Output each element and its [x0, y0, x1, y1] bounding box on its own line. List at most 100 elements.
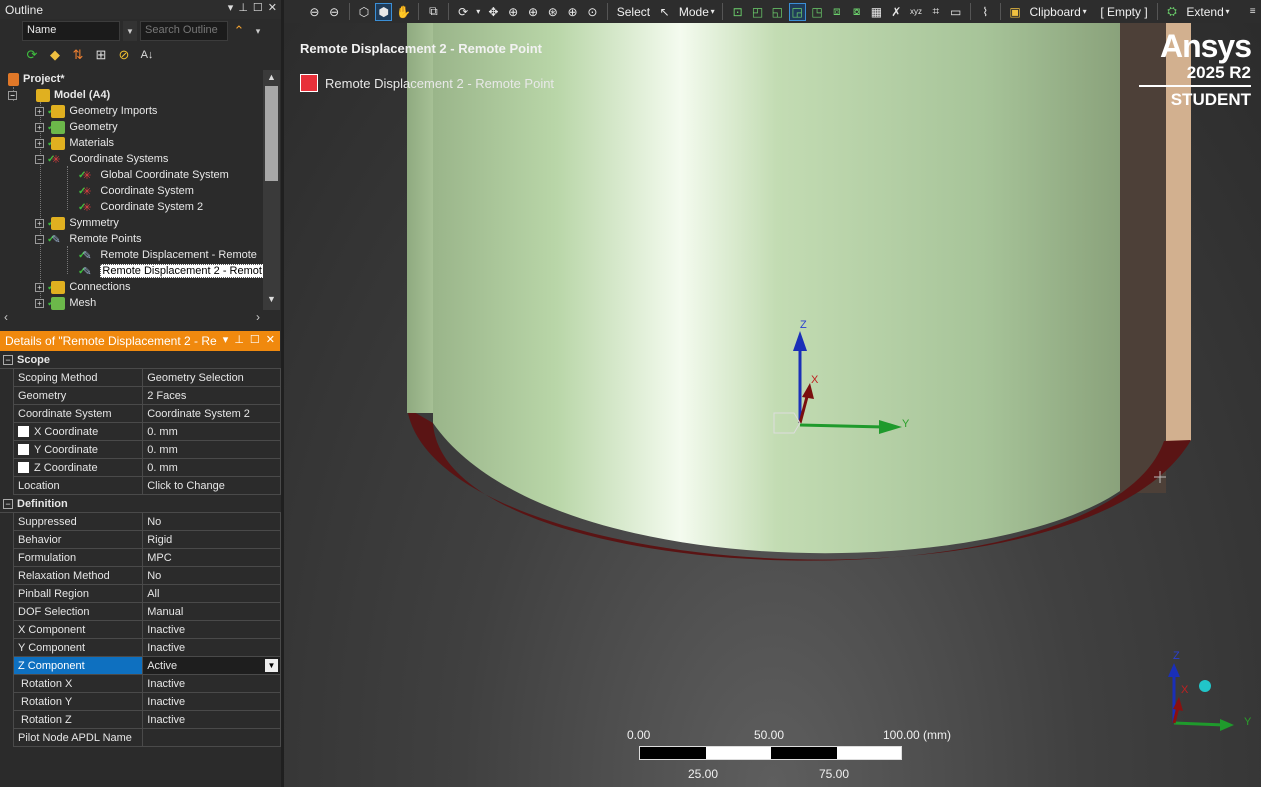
sort-az-icon[interactable]: A↓	[139, 47, 155, 63]
dropdown-icon[interactable]: ▾	[1081, 3, 1088, 21]
outline-vertical-scrollbar[interactable]: ▲ ▼	[263, 70, 280, 310]
section-scope[interactable]: − Scope	[0, 351, 281, 369]
tree-connections[interactable]: +✓ Connections	[35, 279, 131, 295]
tree-mesh[interactable]: +✓ Mesh	[35, 295, 96, 310]
pin-icon[interactable]: ⊥	[234, 333, 244, 346]
scroll-thumb[interactable]	[265, 86, 278, 181]
search-outline-input[interactable]: Search Outline	[140, 21, 228, 41]
checkbox[interactable]	[18, 426, 29, 437]
section-definition[interactable]: − Definition	[0, 495, 281, 513]
cross-icon[interactable]: ✗	[888, 3, 905, 21]
cursor-icon[interactable]: ↖	[656, 3, 673, 21]
zoom-box-icon[interactable]: ⊕	[525, 3, 542, 21]
prop-row[interactable]: Relaxation Method No	[0, 567, 281, 585]
prop-row[interactable]: Y Component Inactive	[0, 639, 281, 657]
scroll-up-icon[interactable]: ▲	[263, 72, 280, 86]
clipboard-icon[interactable]: ▣	[1007, 3, 1024, 21]
tree-project[interactable]: Project*	[8, 71, 65, 87]
prop-row-z-component[interactable]: Z Component Active ▼	[0, 657, 281, 675]
mode-dropdown[interactable]: Mode	[676, 5, 712, 19]
extend-icon[interactable]: ⛭	[1164, 3, 1181, 21]
clipboard-dropdown[interactable]: Clipboard	[1026, 5, 1083, 19]
cube-icon[interactable]: ⬡	[356, 3, 373, 21]
chevron-down-icon[interactable]: ▼	[265, 659, 278, 672]
prop-row[interactable]: Geometry 2 Faces	[0, 387, 281, 405]
pin-icon[interactable]: ⊥	[238, 1, 248, 14]
outline-horizontal-scrollbar[interactable]: ‹ ›	[0, 310, 280, 327]
prop-row[interactable]: Z Coordinate 0. mm	[0, 459, 281, 477]
rotate-icon[interactable]: ⟳	[455, 3, 472, 21]
graphics-viewport[interactable]: Z X Y Z X Y Remote Displacement 2 - Remo…	[284, 23, 1261, 787]
comment-icon[interactable]: ▭	[947, 3, 964, 21]
maximize-icon[interactable]: ☐	[253, 1, 263, 14]
prop-row[interactable]: Rotation Y Inactive	[0, 693, 281, 711]
expand-icon[interactable]: +	[35, 138, 44, 148]
dropdown-icon[interactable]: ▾	[228, 1, 234, 14]
eraser-icon[interactable]: ◆	[47, 47, 63, 63]
tree-remote-displacement-2[interactable]: ✓ ✎ Remote Displacement 2 - Remot	[78, 263, 263, 279]
zoom-in-icon[interactable]: ⊖	[326, 3, 343, 21]
select-vertex-icon[interactable]: ⊡	[729, 3, 746, 21]
prop-row[interactable]: X Coordinate 0. mm	[0, 423, 281, 441]
select-label[interactable]: Select	[614, 5, 653, 19]
tree-materials[interactable]: +✓ Materials	[35, 135, 114, 151]
select-body-icon[interactable]: ◳	[809, 3, 826, 21]
select-face-icon[interactable]: ◱	[769, 3, 786, 21]
scroll-right-icon[interactable]: ›	[256, 310, 260, 324]
maximize-icon[interactable]: ☐	[250, 333, 260, 346]
prop-row[interactable]: Behavior Rigid	[0, 531, 281, 549]
zoom-to-fit-icon[interactable]: ⊕	[564, 3, 581, 21]
chart-icon[interactable]: ⌇	[977, 3, 994, 21]
tree-geometry[interactable]: +✓ Geometry	[35, 119, 118, 135]
label-icon[interactable]: ⌗	[927, 3, 944, 21]
collapse-icon[interactable]: −	[3, 354, 13, 365]
select-node-icon[interactable]: ⧇	[848, 3, 865, 21]
extend-dropdown[interactable]: Extend	[1183, 5, 1226, 19]
dropdown-icon[interactable]: ▾	[475, 3, 482, 21]
pan-hand-icon[interactable]: ✋	[395, 3, 412, 21]
tree-model[interactable]: − Model (A4)	[8, 87, 110, 103]
chevron-down-icon[interactable]: ▼	[123, 21, 137, 41]
filter-icon[interactable]: ⊘	[116, 47, 132, 63]
zoom-icon[interactable]: ⊕	[505, 3, 522, 21]
prop-row[interactable]: Y Coordinate 0. mm	[0, 441, 281, 459]
tree-symmetry[interactable]: +✓ Symmetry	[35, 215, 119, 231]
refresh-icon[interactable]: ⟳	[24, 47, 40, 63]
dropdown-icon[interactable]: ▾	[709, 3, 716, 21]
prop-row[interactable]: Pilot Node APDL Name	[0, 729, 281, 747]
expand-icon[interactable]: +	[35, 282, 44, 292]
select-element-icon[interactable]: ⧈	[828, 3, 845, 21]
collapse-icon[interactable]: −	[8, 90, 17, 100]
name-filter-select[interactable]: Name	[22, 21, 120, 41]
prop-row[interactable]: Pinball Region All	[0, 585, 281, 603]
collapse-icon[interactable]: −	[35, 234, 44, 244]
box-select-icon[interactable]: ⧉	[425, 3, 442, 21]
expand-icon[interactable]: +	[35, 122, 44, 132]
expand-icon[interactable]: +	[35, 106, 44, 116]
tree-remote-points[interactable]: − ✓ ✎ Remote Points	[35, 231, 142, 247]
tree-global-coordinate-system[interactable]: ✓ ✳ Global Coordinate System	[78, 167, 229, 183]
collapse-icon[interactable]: −	[35, 154, 44, 164]
select-mesh-icon[interactable]: ▦	[868, 3, 885, 21]
pan-icon[interactable]: ✥	[485, 3, 502, 21]
checkbox[interactable]	[18, 444, 29, 455]
select-face-active-icon[interactable]: ◲	[788, 2, 806, 21]
dropdown-icon[interactable]: ▾	[1224, 3, 1231, 21]
coordinates-icon[interactable]: xyz	[908, 3, 925, 21]
checkbox[interactable]	[18, 462, 29, 473]
zoom-fit-icon[interactable]: ⊛	[544, 3, 561, 21]
cube-shaded-icon[interactable]: ⬢	[375, 2, 393, 21]
prop-row[interactable]: X Component Inactive	[0, 621, 281, 639]
model-render[interactable]: Z X Y Z X Y	[284, 23, 1261, 787]
dropdown-icon[interactable]: ▾	[250, 23, 266, 39]
collapse-up-icon[interactable]: ⌃	[231, 23, 247, 39]
tree-remote-displacement[interactable]: ✓ ✎ Remote Displacement - Remote	[78, 247, 257, 263]
dropdown-icon[interactable]: ▾	[223, 333, 229, 346]
tree-coordinate-system-2[interactable]: ✓ ✳ Coordinate System 2	[78, 199, 203, 215]
prop-row[interactable]: Location Click to Change	[0, 477, 281, 495]
prop-row[interactable]: Formulation MPC	[0, 549, 281, 567]
prop-row[interactable]: Rotation X Inactive	[0, 675, 281, 693]
expand-icon[interactable]: +	[35, 218, 44, 228]
prop-row[interactable]: Coordinate System Coordinate System 2	[0, 405, 281, 423]
overflow-icon[interactable]: ≡	[1244, 3, 1261, 21]
